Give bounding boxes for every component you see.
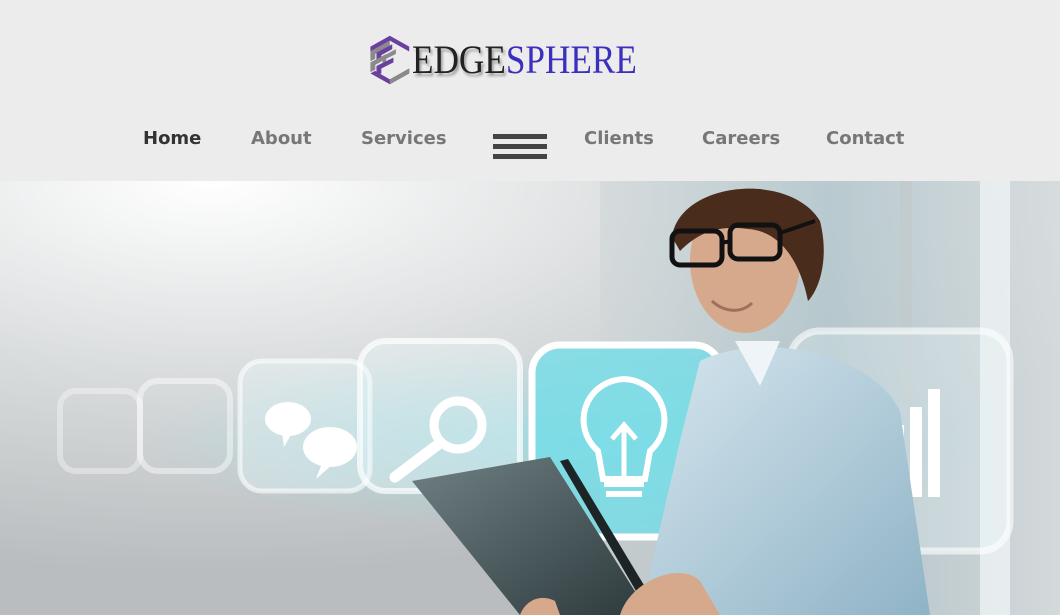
logo-wordmark: EDGESPHERE	[412, 40, 637, 80]
nav-item-careers[interactable]: Careers	[702, 128, 780, 149]
nav-item-clients[interactable]: Clients	[584, 128, 654, 149]
nav-item-services[interactable]: Services	[361, 128, 447, 149]
hero-banner	[0, 181, 1060, 615]
hero-image	[0, 181, 1060, 615]
site-logo[interactable]: EDGESPHERE	[368, 18, 668, 102]
site-header: EDGESPHERE Home About Services Clients C…	[0, 0, 1060, 181]
nav-item-home[interactable]: Home	[143, 128, 201, 149]
nav-item-contact[interactable]: Contact	[826, 128, 904, 149]
logo-text-sphere: SPHERE	[506, 37, 638, 82]
hamburger-menu-icon[interactable]	[493, 134, 547, 166]
logo-mark-icon	[370, 35, 410, 85]
chat-bubbles-icon	[237, 358, 373, 494]
nav-item-about[interactable]: About	[251, 128, 312, 149]
logo-text-edge: EDGE	[412, 37, 507, 82]
